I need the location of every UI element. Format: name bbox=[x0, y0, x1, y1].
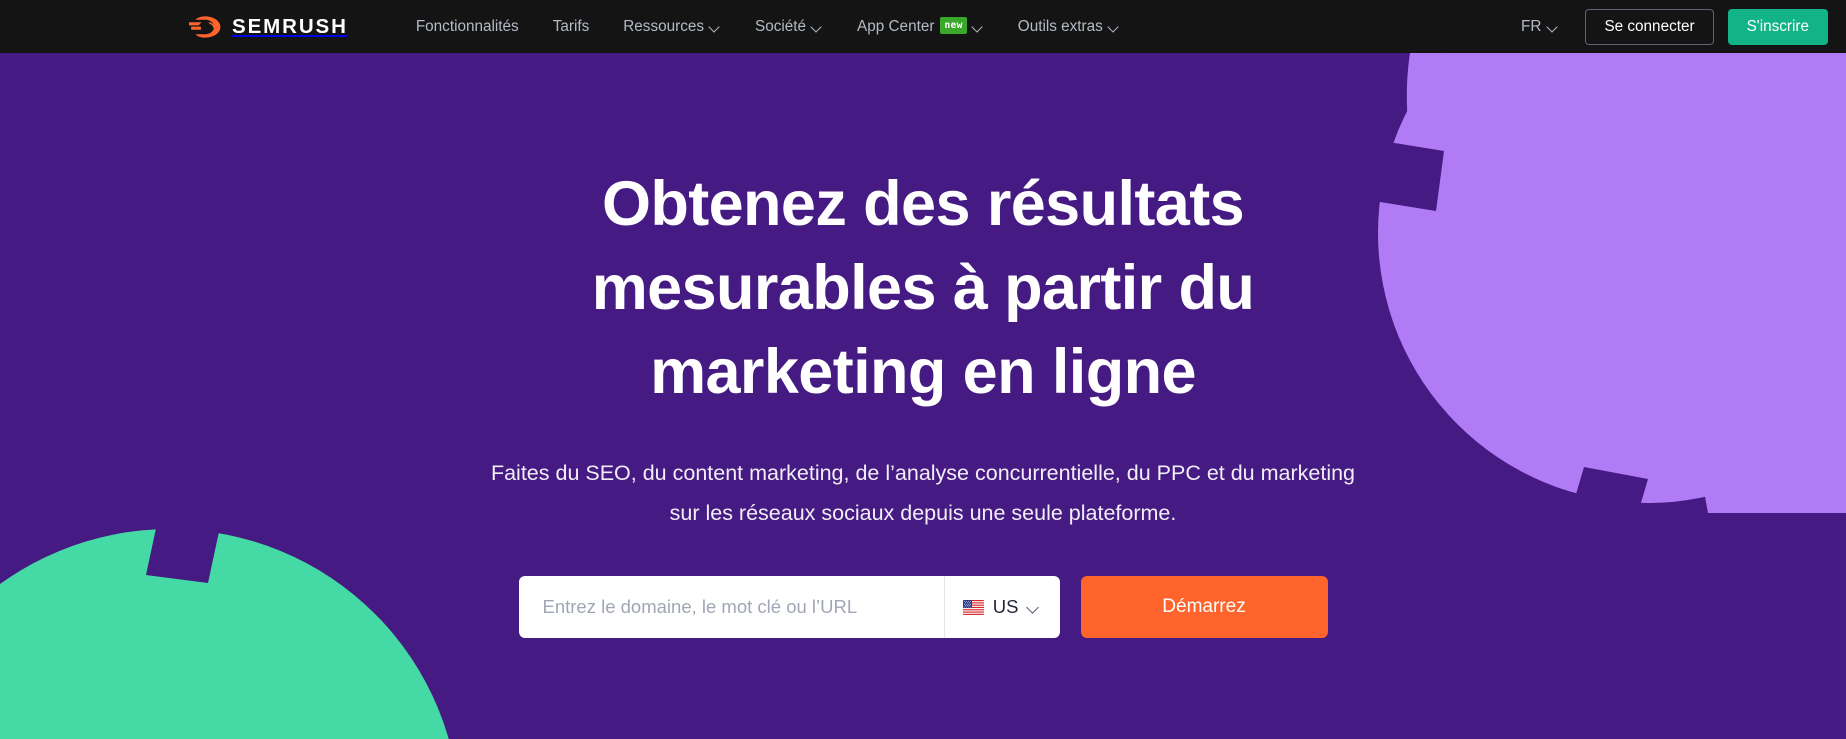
nav-label: Outils extras bbox=[1017, 17, 1103, 35]
database-selector[interactable]: US bbox=[943, 576, 1060, 638]
search-box: US bbox=[518, 576, 1060, 638]
chevron-down-icon bbox=[1548, 23, 1559, 30]
hero-search-row: US Démarrez bbox=[518, 576, 1328, 638]
main-nav-links: Fonctionnalités Tarifs Ressources Sociét… bbox=[399, 0, 1137, 53]
hero-subtitle: Faites du SEO, du content marketing, de … bbox=[490, 461, 1356, 525]
semrush-wordmark: SEMRUSH bbox=[232, 14, 348, 38]
database-label: US bbox=[992, 596, 1019, 617]
nav-right-actions: FR Se connecter S'inscrire bbox=[1505, 0, 1828, 53]
nav-item-societe[interactable]: Société bbox=[738, 0, 840, 53]
page-title: Obtenez des résultats mesurables à parti… bbox=[591, 169, 1255, 407]
chevron-down-icon bbox=[973, 23, 984, 30]
language-label: FR bbox=[1521, 17, 1542, 35]
nav-item-app-center[interactable]: App Center new bbox=[840, 0, 1001, 53]
chevron-down-icon bbox=[1028, 603, 1041, 611]
chevron-down-icon bbox=[710, 23, 721, 30]
nav-label: Tarifs bbox=[552, 17, 590, 35]
search-input[interactable] bbox=[518, 576, 944, 638]
chevron-down-icon bbox=[812, 23, 823, 30]
new-badge: new bbox=[940, 17, 967, 34]
nav-item-ressources[interactable]: Ressources bbox=[606, 0, 738, 53]
nav-item-outils-extras[interactable]: Outils extras bbox=[1001, 0, 1137, 53]
language-selector[interactable]: FR bbox=[1505, 0, 1575, 53]
nav-label: Ressources bbox=[623, 17, 705, 35]
start-button[interactable]: Démarrez bbox=[1080, 576, 1328, 638]
us-flag-icon bbox=[962, 599, 984, 615]
nav-label: Fonctionnalités bbox=[415, 17, 519, 35]
hero-section: Obtenez des résultats mesurables à parti… bbox=[0, 53, 1846, 739]
login-button[interactable]: Se connecter bbox=[1585, 8, 1714, 45]
nav-item-tarifs[interactable]: Tarifs bbox=[536, 0, 607, 53]
nav-item-fonctionnalites[interactable]: Fonctionnalités bbox=[399, 0, 536, 53]
nav-label: Société bbox=[755, 17, 807, 35]
signup-button[interactable]: S'inscrire bbox=[1727, 8, 1828, 45]
semrush-logo[interactable]: SEMRUSH bbox=[188, 0, 348, 53]
semrush-landing-page: SEMRUSH Fonctionnalités Tarifs Ressource… bbox=[0, 0, 1846, 739]
semrush-comet-icon bbox=[189, 15, 221, 38]
top-navigation-bar: SEMRUSH Fonctionnalités Tarifs Ressource… bbox=[0, 0, 1846, 53]
nav-label: App Center bbox=[857, 17, 935, 35]
chevron-down-icon bbox=[1109, 23, 1120, 30]
